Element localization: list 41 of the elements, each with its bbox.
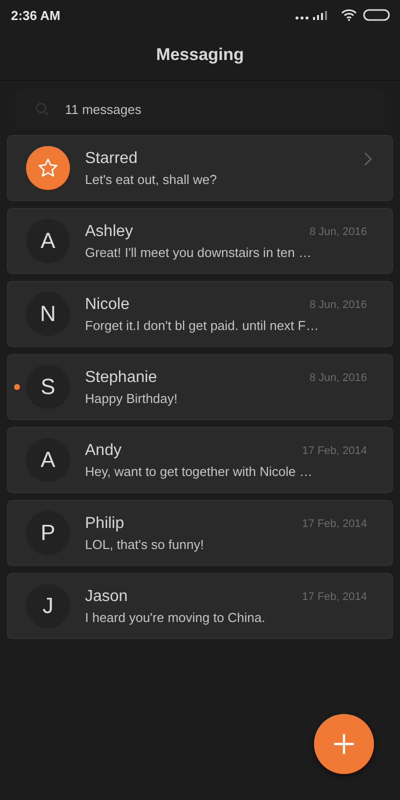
plus-icon	[333, 733, 355, 755]
message-preview: I heard you're moving to China.	[85, 610, 266, 624]
avatar: N	[26, 292, 70, 336]
conversation-card[interactable]: A Ashley 8 Jun, 2016 Great! I'll meet you downstairs in ten …	[7, 208, 393, 274]
avatar: S	[26, 365, 70, 409]
battery-icon	[363, 9, 390, 21]
avatar: A	[26, 219, 70, 263]
search-field[interactable]: 11 messages	[63, 100, 385, 118]
message-preview: Hey, want to get together with Nicole …	[85, 464, 314, 478]
avatar: J	[26, 584, 70, 628]
message-preview: Let's eat out, shall we?	[85, 172, 218, 186]
message-date: 8 Jun, 2016	[310, 226, 367, 238]
conversation-card[interactable]: N Nicole 8 Jun, 2016 Forget it.I don't bl get paid. until next F…	[7, 281, 393, 347]
message-date: 17 Feb, 2014	[302, 590, 367, 602]
star-icon	[37, 157, 59, 179]
message-preview: LOL, that's so funny!	[85, 536, 205, 552]
contact-name: Nicole	[85, 296, 130, 314]
conversation-card[interactable]: J Jason 17 Feb, 2014 I heard you're moving to China.	[7, 573, 393, 639]
message-date: 8 Jun, 2016	[310, 372, 367, 384]
status-time: 2:36 AM	[11, 8, 60, 22]
message-preview: Happy Birthday!	[85, 390, 178, 406]
conversation-card[interactable]: P Philip 17 Feb, 2014 LOL, that's so funny!	[7, 500, 393, 566]
contact-name: Ashley	[85, 222, 134, 240]
message-date: 17 Feb, 2014	[302, 444, 367, 456]
avatar: A	[26, 438, 70, 482]
contact-name: Andy	[85, 442, 122, 460]
screen-title: Messaging	[156, 45, 244, 65]
message-preview: Forget it.I don't bl get paid. until next F…	[85, 318, 320, 332]
wifi-icon	[341, 9, 357, 21]
contact-name: Philip	[85, 514, 124, 532]
contact-name: Jason	[85, 588, 128, 606]
message-date: 17 Feb, 2014	[302, 518, 367, 530]
conversation-card[interactable]: Starred Let's eat out, shall we?	[7, 135, 393, 201]
contact-name: Starred	[85, 150, 138, 168]
chevron-right-icon	[364, 152, 372, 166]
conversation-card[interactable]: A Andy 17 Feb, 2014 Hey, want to get together with Nicole …	[7, 427, 393, 493]
message-date: 8 Jun, 2016	[310, 298, 367, 310]
avatar: P	[26, 511, 70, 555]
contact-name: Stephanie	[85, 368, 158, 386]
conversation-card[interactable]: S Stephanie 8 Jun, 2016 Happy Birthday!	[7, 354, 393, 420]
message-preview: Great! I'll meet you downstairs in ten …	[85, 244, 312, 260]
